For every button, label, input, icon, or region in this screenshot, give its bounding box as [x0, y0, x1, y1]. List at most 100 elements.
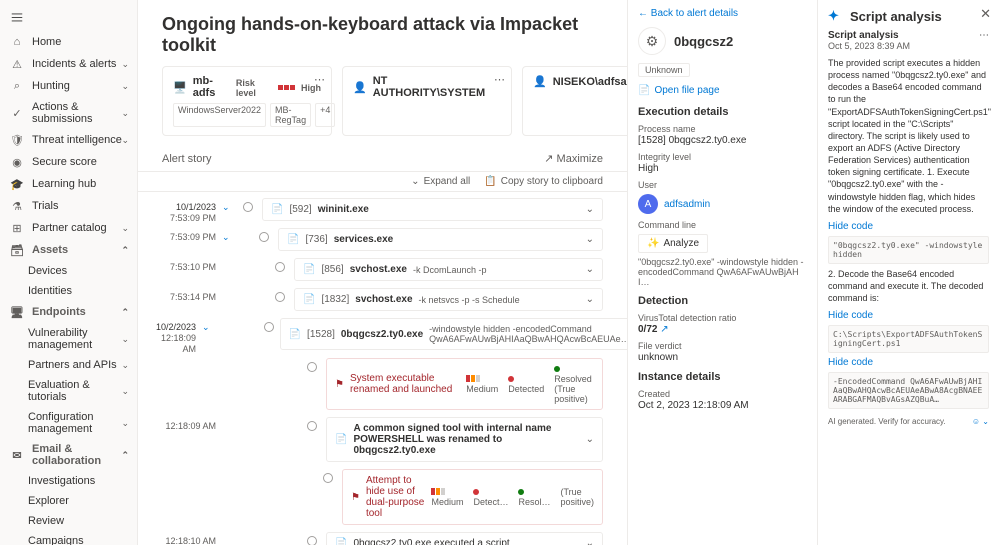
nav-vuln[interactable]: Vulnerability management⌄	[0, 323, 137, 355]
hide-code-link[interactable]: Hide code	[828, 310, 873, 321]
expand-icon[interactable]: ⌄	[586, 434, 594, 445]
process-name: svchost.exe	[355, 294, 412, 305]
hide-code-link[interactable]: Hide code	[828, 221, 873, 232]
expand-icon[interactable]: ⌄	[586, 294, 594, 305]
pid: [856]	[321, 264, 343, 275]
open-file-link[interactable]: 📄 Open file page	[638, 85, 807, 96]
process-item[interactable]: 📄[736] services.exe ⌄	[278, 228, 603, 251]
integrity-level: High	[638, 163, 807, 174]
process-name: svchost.exe	[350, 264, 407, 275]
timestamp: 7:53:10 PM	[156, 258, 216, 273]
nav-label: Assets	[32, 244, 68, 256]
timeline-row: ⚑Attempt to hide use of dual-purpose too…	[156, 467, 603, 530]
alert-item[interactable]: ⚑Attempt to hide use of dual-purpose too…	[342, 469, 603, 525]
hide-code-link[interactable]: Hide code	[828, 357, 873, 368]
timeline-row: 7:53:10 PM 📄[856] svchost.exe -k DcomLaun…	[156, 256, 603, 286]
nav-hunting[interactable]: ⌕Hunting⌄	[0, 75, 137, 97]
nav-actions[interactable]: ✓Actions & submissions⌄	[0, 97, 137, 129]
ai-disclaimer: AI generated. Verify for accuracy.	[828, 417, 946, 426]
expand-icon[interactable]: ⌄	[586, 204, 594, 215]
tag[interactable]: +4	[315, 103, 335, 127]
more-icon[interactable]: ⋯	[979, 30, 989, 41]
nav-identities[interactable]: Identities	[0, 281, 137, 301]
event-text: A common signed tool with internal name …	[353, 423, 579, 456]
section-header: Detection	[638, 295, 807, 307]
user-card[interactable]: 👤NISEKO\adfsadmin ⋯	[522, 66, 627, 136]
trials-icon: ⚗	[10, 199, 24, 213]
chevron-down-icon: ⌄	[121, 360, 129, 371]
hamburger-icon[interactable]	[0, 6, 137, 31]
expand-icon[interactable]: ⌄	[586, 234, 594, 245]
nav-email[interactable]: ✉Email & collaboration⌃	[0, 439, 137, 471]
user-card[interactable]: 👤NT AUTHORITY\SYSTEM ⋯	[342, 66, 512, 136]
external-link-icon[interactable]: ↗	[660, 324, 668, 335]
nav-label: Threat intelligence	[32, 134, 122, 146]
nav-secure[interactable]: ◉Secure score	[0, 151, 137, 173]
timeline-row: 12:18:10 AM📄0bqgcsz2.ty0.exe executed a …	[156, 530, 603, 545]
nav-threat[interactable]: 🛡Threat intelligence⌄	[0, 129, 137, 151]
chevron-icon[interactable]	[222, 258, 234, 262]
nav-trials[interactable]: ⚗Trials	[0, 195, 137, 217]
alert-item[interactable]: ⚑System executable renamed and launched …	[326, 358, 603, 410]
more-icon[interactable]: ⋯	[314, 73, 325, 86]
back-link[interactable]: ← Back to alert details	[638, 8, 807, 19]
chevron-icon[interactable]	[222, 532, 234, 536]
chevron-icon[interactable]: ⌄	[202, 318, 210, 333]
chevron-icon[interactable]: ⌄	[222, 198, 234, 213]
expand-all-button[interactable]: ⌄ Expand all	[411, 176, 470, 187]
nav-partner[interactable]: ⊞Partner catalog⌄	[0, 217, 137, 239]
nav-label: Partner catalog	[32, 222, 107, 234]
nav-partners-apis[interactable]: Partners and APIs⌄	[0, 355, 137, 375]
pid: [592]	[289, 204, 311, 215]
chevron-icon[interactable]	[222, 469, 234, 473]
process-item[interactable]: 📄[856] svchost.exe -k DcomLaunch -p⌄	[294, 258, 603, 281]
chevron-icon[interactable]: ⌄	[222, 228, 234, 243]
chevron-icon[interactable]	[222, 358, 234, 362]
expand-icon[interactable]: ⌄	[586, 264, 594, 275]
file-icon: 📄	[335, 538, 347, 545]
copy-story-button[interactable]: 📋 Copy story to clipboard	[484, 176, 603, 187]
nav-endpoints[interactable]: 🖥Endpoints⌃	[0, 301, 137, 323]
alert-text: Attempt to hide use of dual-purpose tool	[366, 475, 425, 519]
nav-campaigns[interactable]: Campaigns	[0, 531, 137, 545]
partner-icon: ⊞	[10, 221, 24, 235]
process-item[interactable]: 📄0bqgcsz2.ty0.exe executed a script⌄	[326, 532, 603, 545]
sidebar: ⌂Home ⚠Incidents & alerts⌄ ⌕Hunting⌄ ✓Ac…	[0, 0, 138, 545]
nav-learning[interactable]: 🎓Learning hub	[0, 173, 137, 195]
nav-investigations[interactable]: Investigations	[0, 471, 137, 491]
more-icon[interactable]: ⋯	[494, 73, 505, 86]
script-analysis-pane: ✕ ✦Script analysis Script analysis ⋯ Oct…	[817, 0, 999, 545]
nav-assets[interactable]: 🗃Assets⌃	[0, 239, 137, 261]
panel-title: Script analysis	[850, 9, 942, 24]
chevron-icon[interactable]	[222, 288, 234, 292]
chevron-icon[interactable]	[222, 417, 234, 421]
nav-explorer[interactable]: Explorer	[0, 491, 137, 511]
user-link[interactable]: adfsadmin	[664, 199, 710, 210]
nav-home[interactable]: ⌂Home	[0, 31, 137, 53]
tag: WindowsServer2022	[173, 103, 266, 127]
analyze-button[interactable]: ✨ Analyze	[638, 234, 708, 253]
nav-config[interactable]: Configuration management⌄	[0, 407, 137, 439]
expand-icon[interactable]: ⌄	[586, 538, 594, 545]
device-icon: 🖥️	[173, 81, 187, 94]
process-name: [1528] 0bqgcsz2.ty0.exe	[638, 135, 807, 146]
feedback-icon[interactable]: ☺ ⌄	[972, 417, 989, 426]
timestamp: 10/2/202312:18:09 AM	[156, 318, 196, 354]
process-item[interactable]: 📄[1528] 0bqgcsz2.ty0.exe -windowstyle hi…	[280, 318, 627, 350]
nav-label: Review	[28, 515, 64, 527]
chevron-down-icon: ⌄	[121, 108, 129, 119]
maximize-link[interactable]: ↗ Maximize	[544, 152, 603, 165]
nav-incidents[interactable]: ⚠Incidents & alerts⌄	[0, 53, 137, 75]
process-item[interactable]: 📄[1832] svchost.exe -k netsvcs -p -s Sch…	[294, 288, 603, 311]
nav-review[interactable]: Review	[0, 511, 137, 531]
process-item[interactable]: 📄[592] wininit.exe ⌄	[262, 198, 603, 221]
process-item[interactable]: 📄A common signed tool with internal name…	[326, 417, 603, 462]
close-icon[interactable]: ✕	[980, 6, 991, 22]
entity-cards: 🖥️mb-adfs Risk level High WindowsServer2…	[138, 66, 627, 146]
timeline-node	[304, 532, 320, 545]
nav-eval[interactable]: Evaluation & tutorials⌄	[0, 375, 137, 407]
device-card[interactable]: 🖥️mb-adfs Risk level High WindowsServer2…	[162, 66, 332, 136]
avatar: A	[638, 194, 658, 214]
nav-devices[interactable]: Devices	[0, 261, 137, 281]
timeline-row: 10/1/20237:53:09 PM⌄📄[592] wininit.exe ⌄	[156, 196, 603, 226]
